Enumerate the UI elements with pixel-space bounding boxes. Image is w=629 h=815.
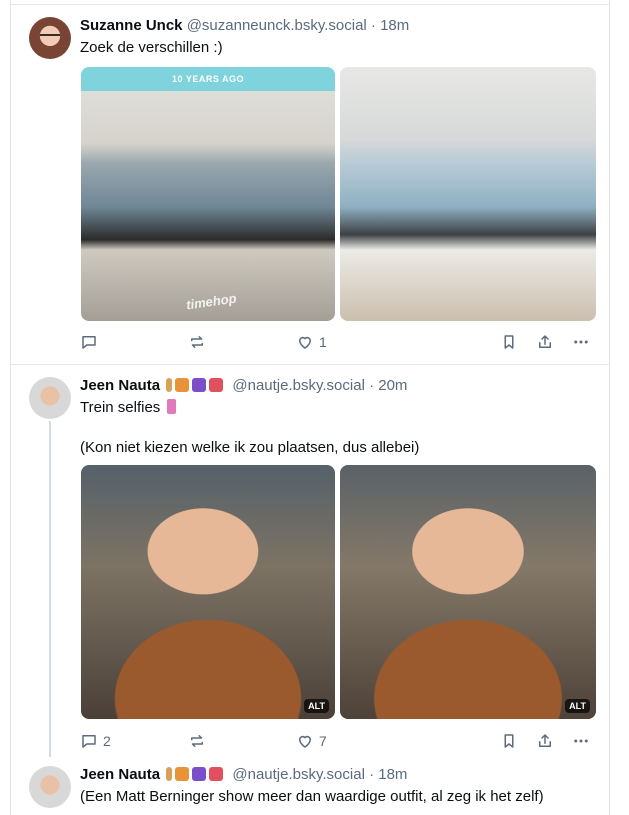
like-icon xyxy=(299,735,311,748)
author-handle[interactable]: @nautje.bsky.social xyxy=(232,766,365,783)
timehop-banner: 10 YEARS AGO xyxy=(81,67,335,91)
like-icon xyxy=(299,336,311,349)
selfie-photo-2[interactable]: ALT xyxy=(340,465,596,719)
like-button[interactable]: 1 xyxy=(296,332,327,352)
reply-button[interactable] xyxy=(80,332,103,352)
post-text: Trein selfies xyxy=(80,398,177,418)
alt-badge[interactable]: ALT xyxy=(304,699,329,713)
reply-icon xyxy=(82,336,96,349)
photo-office-new[interactable] xyxy=(340,67,596,321)
more-icon xyxy=(574,739,588,743)
black-cat-emoji-icon xyxy=(192,767,207,781)
emoji-icons xyxy=(166,767,226,786)
person-emoji-icon xyxy=(166,767,173,781)
post-text-line2: (Kon niet kiezen welke ik zou plaatsen, … xyxy=(80,439,420,456)
black-cat-emoji-icon xyxy=(192,378,207,392)
timehop-watermark: timehop xyxy=(185,290,238,313)
reply-button[interactable]: 2 xyxy=(80,731,111,751)
glasses-icon xyxy=(40,34,60,41)
post-jeen-2[interactable]: Jeen Nauta @nautje.bsky.social · 18m (Ee… xyxy=(11,756,609,815)
share-button[interactable] xyxy=(536,332,554,352)
more-icon xyxy=(574,340,588,344)
author-name[interactable]: Jeen Nauta xyxy=(80,766,160,783)
repost-icon xyxy=(191,735,203,747)
watermelon-emoji-icon xyxy=(209,767,224,781)
post-time[interactable]: · 18m xyxy=(369,766,407,783)
selfie-emoji-icon xyxy=(167,399,177,414)
post-text-line1: Trein selfies xyxy=(80,399,161,416)
post-time[interactable]: · 18m xyxy=(371,17,409,34)
post-time[interactable]: · 20m xyxy=(369,377,407,394)
feed: Suzanne Unck @suzanneunck.bsky.social · … xyxy=(10,0,610,815)
post-jeen-1[interactable]: Jeen Nauta @nautje.bsky.social · 20m Tre… xyxy=(11,364,609,757)
author-handle[interactable]: @suzanneunck.bsky.social xyxy=(187,17,367,34)
repost-button[interactable] xyxy=(188,731,211,751)
thread-line xyxy=(49,421,51,757)
post-actions: 1 xyxy=(80,332,602,352)
like-count: 1 xyxy=(319,334,327,350)
share-icon xyxy=(539,335,551,348)
avatar[interactable] xyxy=(29,17,71,59)
cat-emoji-icon xyxy=(175,378,190,392)
bookmark-icon xyxy=(504,734,514,748)
repost-button[interactable] xyxy=(188,332,211,352)
share-button[interactable] xyxy=(536,731,554,751)
selfie-photo-1[interactable]: ALT xyxy=(81,465,335,719)
like-count: 7 xyxy=(319,733,327,749)
alt-badge[interactable]: ALT xyxy=(565,699,590,713)
post-text: Zoek de verschillen :) xyxy=(80,39,223,56)
person-emoji-icon xyxy=(166,378,173,392)
emoji-icons xyxy=(166,378,226,397)
author-name[interactable]: Jeen Nauta xyxy=(80,377,160,394)
like-button[interactable]: 7 xyxy=(296,731,327,751)
post-header: Jeen Nauta @nautje.bsky.social · 20m xyxy=(80,377,407,397)
author-name[interactable]: Suzanne Unck xyxy=(80,17,183,34)
post-actions: 2 7 xyxy=(80,731,602,751)
avatar[interactable] xyxy=(29,766,71,808)
author-handle[interactable]: @nautje.bsky.social xyxy=(232,377,365,394)
bookmark-icon xyxy=(504,335,514,349)
reply-count: 2 xyxy=(103,733,111,749)
cat-emoji-icon xyxy=(175,767,190,781)
post-header: Suzanne Unck @suzanneunck.bsky.social · … xyxy=(80,17,409,35)
post-suzanne[interactable]: Suzanne Unck @suzanneunck.bsky.social · … xyxy=(11,5,609,363)
post-header: Jeen Nauta @nautje.bsky.social · 18m xyxy=(80,766,407,786)
bookmark-button[interactable] xyxy=(500,332,518,352)
more-button[interactable] xyxy=(572,731,590,751)
bookmark-button[interactable] xyxy=(500,731,518,751)
more-button[interactable] xyxy=(572,332,590,352)
photo-office-old[interactable]: 10 YEARS AGO timehop xyxy=(81,67,335,321)
post-text: (Een Matt Berninger show meer dan waardi… xyxy=(80,788,544,805)
watermelon-emoji-icon xyxy=(209,378,224,392)
reply-icon xyxy=(82,735,96,748)
avatar[interactable] xyxy=(29,377,71,419)
repost-icon xyxy=(191,336,203,348)
share-icon xyxy=(539,734,551,747)
